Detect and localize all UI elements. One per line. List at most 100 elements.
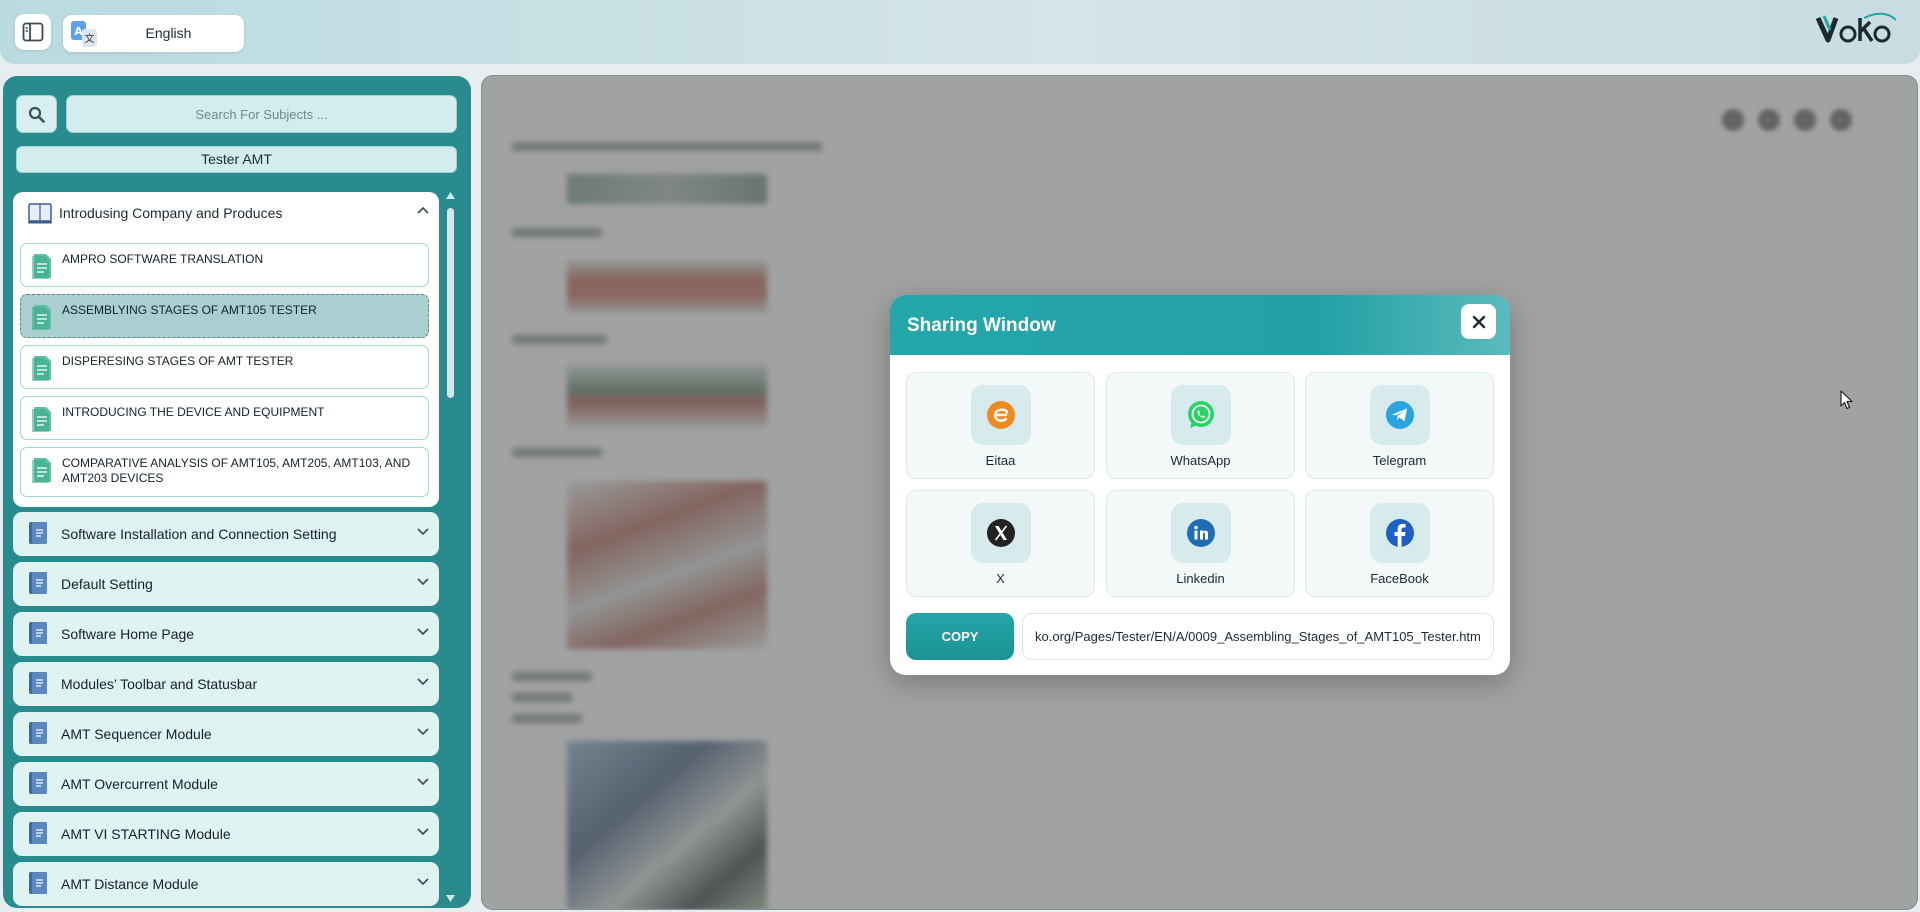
scroll-up-icon[interactable] bbox=[446, 192, 455, 199]
close-button[interactable] bbox=[1461, 304, 1496, 339]
chevron-down-icon bbox=[417, 728, 429, 736]
eitaa-icon-box bbox=[971, 385, 1031, 445]
sharing-window: Sharing Window Eitaa WhatsApp Telegram X… bbox=[890, 295, 1510, 675]
lesson-label: COMPARATIVE ANALYSIS OF AMT105, AMT205, … bbox=[62, 456, 411, 485]
language-label: English bbox=[145, 25, 192, 41]
book-icon bbox=[29, 522, 47, 544]
chevron-down-icon bbox=[417, 528, 429, 536]
share-linkedin-button[interactable]: Linkedin bbox=[1106, 490, 1295, 597]
chevron-down-icon bbox=[417, 678, 429, 686]
search-button[interactable] bbox=[16, 95, 57, 133]
linkedin-icon-box bbox=[1171, 503, 1231, 563]
sidebar-scrollbar[interactable] bbox=[443, 192, 457, 908]
book-icon bbox=[29, 872, 47, 894]
book-icon bbox=[29, 822, 47, 844]
sidebar-toggle-button[interactable] bbox=[15, 14, 51, 50]
document-icon bbox=[32, 305, 51, 330]
copy-button[interactable]: COPY bbox=[906, 613, 1014, 660]
lesson-item-assembling-stages[interactable]: ASSEMBLYING STAGES OF AMT105 TESTER bbox=[20, 294, 429, 338]
x-icon-box bbox=[971, 503, 1031, 563]
chevron-down-icon bbox=[417, 878, 429, 886]
book-icon bbox=[29, 772, 47, 794]
translate-icon: A 文 bbox=[71, 21, 97, 47]
group-amt-sequencer[interactable]: AMT Sequencer Module bbox=[13, 712, 439, 756]
lesson-label: DISPERESING STAGES OF AMT TESTER bbox=[62, 354, 294, 368]
share-eitaa-button[interactable]: Eitaa bbox=[906, 372, 1095, 479]
share-x-button[interactable]: X bbox=[906, 490, 1095, 597]
chevron-down-icon bbox=[417, 578, 429, 586]
document-icon bbox=[32, 356, 51, 381]
group-header-introducing-company[interactable]: Introdusing Company and Produces bbox=[13, 192, 439, 234]
document-icon bbox=[32, 458, 51, 483]
group-label: AMT Sequencer Module bbox=[61, 726, 212, 742]
lesson-item-introducing-device[interactable]: INTRODUCING THE DEVICE AND EQUIPMENT bbox=[20, 396, 429, 440]
brand-logo-icon bbox=[1816, 12, 1897, 43]
share-label: X bbox=[996, 571, 1005, 586]
share-label: FaceBook bbox=[1370, 571, 1429, 586]
chevron-down-icon bbox=[417, 778, 429, 786]
modal-title: Sharing Window bbox=[907, 315, 1056, 336]
share-label: Telegram bbox=[1372, 453, 1427, 468]
document-icon bbox=[32, 254, 51, 279]
mouse-pointer-icon bbox=[1840, 390, 1853, 410]
share-label: WhatsApp bbox=[1170, 453, 1231, 468]
lesson-item-ampro-translation[interactable]: AMPRO SOFTWARE TRANSLATION bbox=[20, 243, 429, 287]
chevron-down-icon bbox=[417, 828, 429, 836]
top-bar: A 文 English bbox=[0, 0, 1920, 64]
facebook-icon bbox=[1386, 519, 1414, 547]
group-label: Default Setting bbox=[61, 576, 153, 592]
subject-selector[interactable]: Tester AMT bbox=[16, 146, 457, 173]
group-label: AMT Distance Module bbox=[61, 876, 199, 892]
search-input[interactable] bbox=[66, 95, 457, 133]
lesson-label: ASSEMBLYING STAGES OF AMT105 TESTER bbox=[62, 303, 317, 317]
document-icon bbox=[32, 407, 51, 432]
book-icon bbox=[29, 672, 47, 694]
chevron-down-icon bbox=[417, 628, 429, 636]
group-label: Software Home Page bbox=[61, 626, 195, 642]
group-amt-vi-starting[interactable]: AMT VI STARTING Module bbox=[13, 812, 439, 856]
lesson-tree: Introdusing Company and Produces AMPRO S… bbox=[13, 192, 439, 908]
scrollbar-thumb[interactable] bbox=[447, 208, 454, 398]
open-book-icon bbox=[28, 203, 52, 224]
chevron-up-icon bbox=[417, 206, 429, 214]
group-label: Modules’ Toolbar and Statusbar bbox=[61, 676, 258, 692]
share-label: Linkedin bbox=[1176, 571, 1225, 586]
whatsapp-icon-box bbox=[1171, 385, 1231, 445]
sidebar-panel-icon bbox=[22, 22, 44, 42]
group-label: Software Installation and Connection Set… bbox=[61, 526, 337, 542]
book-icon bbox=[29, 622, 47, 644]
whatsapp-icon bbox=[1188, 401, 1214, 428]
share-url-field[interactable] bbox=[1022, 613, 1494, 660]
language-button[interactable]: A 文 English bbox=[63, 15, 244, 52]
scroll-down-icon[interactable] bbox=[446, 895, 455, 902]
group-amt-overcurrent[interactable]: AMT Overcurrent Module bbox=[13, 762, 439, 806]
eitaa-icon bbox=[987, 401, 1015, 429]
close-icon bbox=[1472, 315, 1485, 328]
share-label: Eitaa bbox=[985, 453, 1016, 468]
group-default-setting[interactable]: Default Setting bbox=[13, 562, 439, 606]
telegram-icon bbox=[1386, 401, 1414, 429]
group-label: AMT VI STARTING Module bbox=[61, 826, 231, 842]
facebook-icon-box bbox=[1370, 503, 1430, 563]
search-icon bbox=[28, 106, 45, 123]
lesson-item-comparative-analysis[interactable]: COMPARATIVE ANALYSIS OF AMT105, AMT205, … bbox=[20, 447, 429, 497]
share-facebook-button[interactable]: FaceBook bbox=[1305, 490, 1494, 597]
group-modules-toolbar[interactable]: Modules’ Toolbar and Statusbar bbox=[13, 662, 439, 706]
x-icon bbox=[987, 519, 1015, 547]
lesson-label: AMPRO SOFTWARE TRANSLATION bbox=[62, 252, 264, 266]
group-introducing-company: Introdusing Company and Produces AMPRO S… bbox=[13, 192, 439, 507]
svg-text:A: A bbox=[74, 25, 83, 38]
group-software-installation[interactable]: Software Installation and Connection Set… bbox=[13, 512, 439, 556]
sidebar: Tester AMT Introdusing Company and Produ… bbox=[3, 76, 471, 908]
svg-text:文: 文 bbox=[85, 32, 95, 45]
share-whatsapp-button[interactable]: WhatsApp bbox=[1106, 372, 1295, 479]
lesson-item-dispersing-stages[interactable]: DISPERESING STAGES OF AMT TESTER bbox=[20, 345, 429, 389]
book-icon bbox=[29, 722, 47, 744]
group-software-home-page[interactable]: Software Home Page bbox=[13, 612, 439, 656]
group-amt-distance[interactable]: AMT Distance Module bbox=[13, 862, 439, 906]
group-label: AMT Overcurrent Module bbox=[61, 776, 218, 792]
book-icon bbox=[29, 572, 47, 594]
lesson-label: INTRODUCING THE DEVICE AND EQUIPMENT bbox=[62, 405, 325, 419]
share-telegram-button[interactable]: Telegram bbox=[1305, 372, 1494, 479]
group-label: Introdusing Company and Produces bbox=[59, 205, 283, 221]
